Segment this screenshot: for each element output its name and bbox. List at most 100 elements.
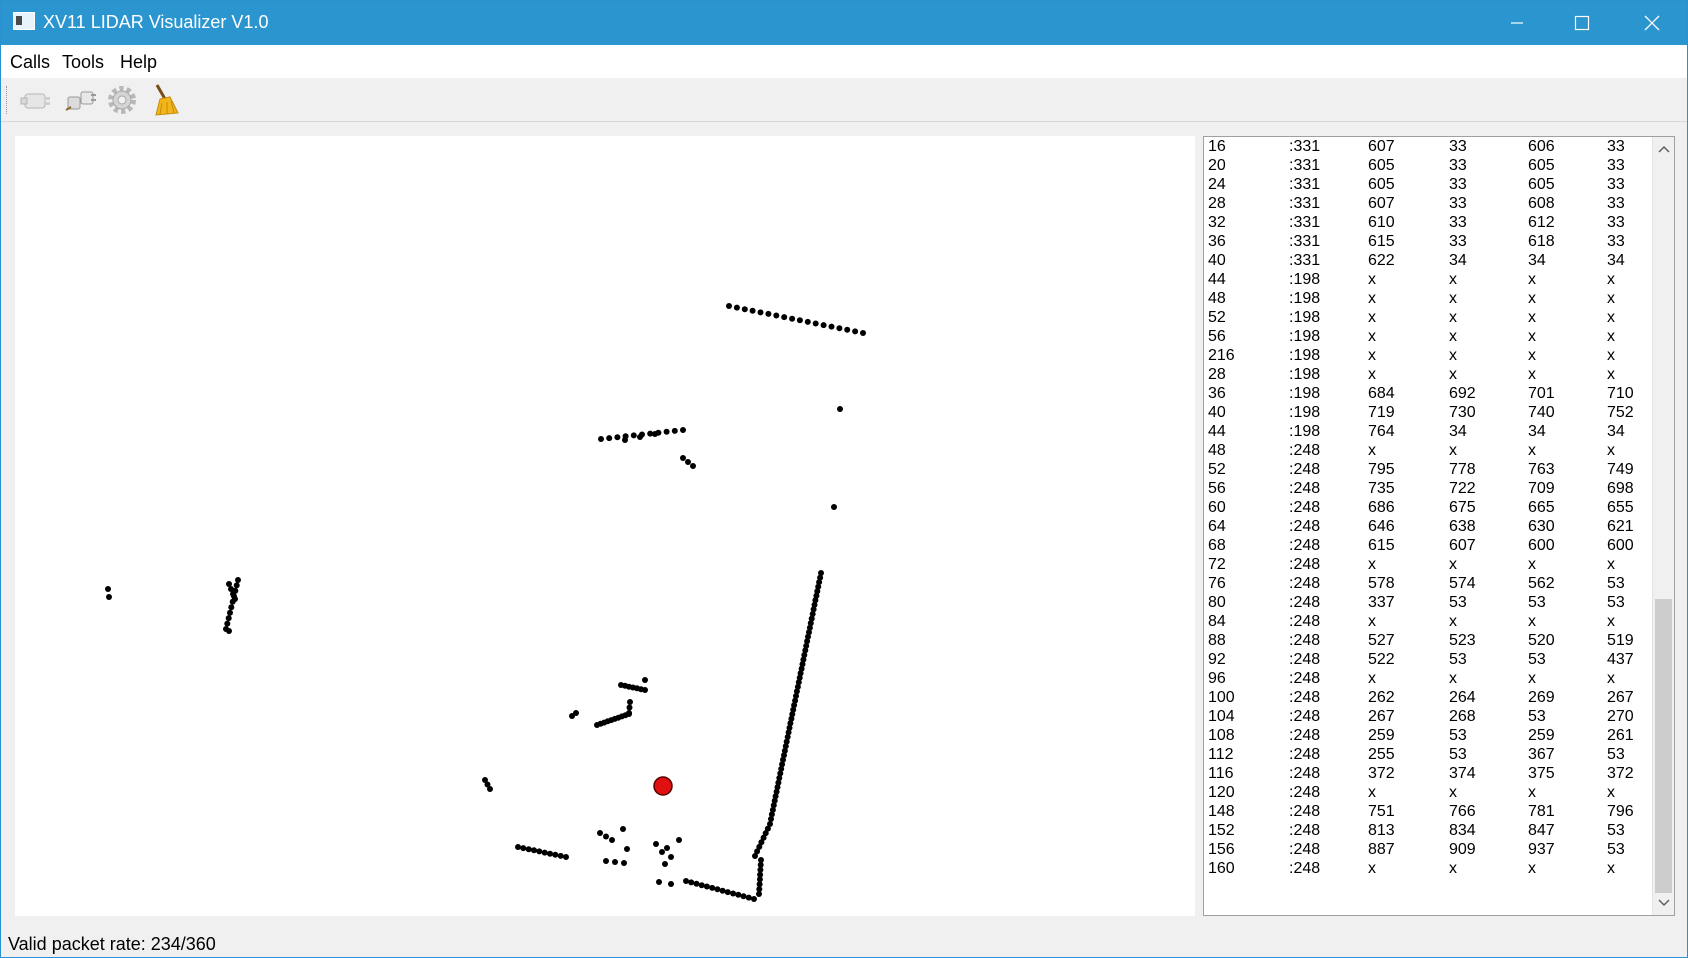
table-cell: 53 (1607, 746, 1625, 763)
table-cell: 607 (1368, 195, 1395, 212)
scan-point (676, 837, 682, 843)
scan-point (547, 850, 553, 857)
table-cell: 259 (1528, 727, 1555, 744)
table-cell: 44 (1208, 271, 1226, 288)
app-window: XV11 LIDAR Visualizer V1.0 Calls Tools H… (0, 0, 1688, 958)
table-cell: 437 (1607, 651, 1634, 668)
scroll-up-arrow[interactable] (1653, 139, 1674, 159)
table-row: 36:331 615 33 618 33 (1204, 232, 1652, 251)
scan-point (662, 861, 668, 867)
table-cell: 68 (1208, 537, 1226, 554)
table-cell: 605 (1528, 157, 1555, 174)
scan-point (773, 312, 780, 319)
table-cell: 268 (1449, 708, 1476, 725)
settings-button[interactable] (104, 82, 140, 118)
table-cell: 605 (1368, 157, 1395, 174)
table-cell: 605 (1528, 176, 1555, 193)
table-cell: 53 (1607, 594, 1625, 611)
connect-button[interactable] (17, 82, 53, 118)
table-cell: 374 (1449, 765, 1476, 782)
scan-point (106, 594, 112, 600)
menu-calls[interactable]: Calls (10, 52, 50, 73)
table-row: 160:248 x x x x (1204, 859, 1652, 878)
table-cell: :248 (1289, 822, 1321, 839)
table-cell: x (1607, 309, 1615, 326)
table-cell: :248 (1289, 841, 1321, 858)
table-cell: x (1607, 784, 1615, 801)
scan-point (552, 851, 559, 858)
scan-point (796, 317, 803, 324)
table-cell: x (1449, 613, 1457, 630)
table-cell: 96 (1208, 670, 1226, 687)
table-cell: 834 (1449, 822, 1476, 839)
table-cell: 701 (1528, 385, 1555, 402)
table-cell: 259 (1368, 727, 1395, 744)
table-cell: 722 (1449, 480, 1476, 497)
scan-point (714, 886, 721, 893)
table-row: 32:331 610 33 612 33 (1204, 213, 1652, 232)
scan-point (719, 887, 726, 894)
minimize-button[interactable] (1482, 1, 1552, 45)
scan-point (733, 304, 740, 311)
scan-point (232, 587, 239, 594)
table-cell: :198 (1289, 366, 1321, 383)
scan-point (831, 504, 837, 510)
title-bar[interactable]: XV11 LIDAR Visualizer V1.0 (1, 1, 1687, 45)
clear-broom-icon (155, 84, 179, 116)
disconnect-button[interactable] (62, 82, 98, 118)
table-cell: x (1528, 328, 1536, 345)
disconnect-icon (65, 91, 96, 111)
table-row: 52:248 795 778 763 749 (1204, 460, 1652, 479)
table-cell: x (1449, 271, 1457, 288)
scan-point (668, 854, 674, 860)
table-cell: x (1607, 328, 1615, 345)
table-cell: 33 (1449, 214, 1467, 231)
table-row: 112:248 255 53 367 53 (1204, 745, 1652, 764)
scan-point (603, 833, 609, 840)
table-cell: 28 (1208, 195, 1226, 212)
table-cell: x (1449, 556, 1457, 573)
clear-button[interactable] (147, 82, 183, 118)
lidar-data-list[interactable]: 16:331 607 33 606 33 20:331 605 33 605 33 24:331 60… (1203, 136, 1675, 916)
table-cell: 692 (1449, 385, 1476, 402)
table-cell: :248 (1289, 765, 1321, 782)
scan-point (626, 710, 632, 716)
table-cell: 618 (1528, 233, 1555, 250)
table-cell: 32 (1208, 214, 1226, 231)
minimize-icon (1511, 22, 1523, 24)
table-row: 44:198 x x x x (1204, 270, 1652, 289)
maximize-button[interactable] (1547, 1, 1617, 45)
scan-point (726, 303, 732, 309)
table-cell: :331 (1289, 176, 1321, 193)
menu-help[interactable]: Help (120, 52, 157, 73)
scan-point (703, 883, 710, 890)
scroll-down-arrow[interactable] (1653, 893, 1674, 913)
table-cell: 527 (1368, 632, 1395, 649)
menu-tools[interactable]: Tools (62, 52, 104, 73)
table-cell: 33 (1607, 233, 1625, 250)
close-button[interactable] (1617, 1, 1687, 45)
table-cell: 33 (1449, 195, 1467, 212)
vertical-scrollbar[interactable] (1652, 137, 1674, 915)
table-cell: 372 (1607, 765, 1634, 782)
table-cell: 813 (1368, 822, 1395, 839)
table-row: 48:198 x x x x (1204, 289, 1652, 308)
table-cell: x (1607, 556, 1615, 573)
table-cell: 796 (1607, 803, 1634, 820)
scan-point (642, 677, 648, 683)
scan-point (668, 881, 674, 887)
table-cell: x (1449, 860, 1457, 877)
table-cell: 53 (1449, 594, 1467, 611)
table-cell: 600 (1607, 537, 1634, 554)
table-cell: 34 (1449, 423, 1467, 440)
scrollbar-thumb[interactable] (1655, 599, 1672, 893)
table-cell: x (1449, 670, 1457, 687)
table-cell: 764 (1368, 423, 1395, 440)
table-cell: 53 (1528, 651, 1546, 668)
lidar-plot-canvas[interactable] (15, 136, 1195, 916)
toolbar-grip[interactable] (6, 86, 9, 114)
scan-point (709, 884, 716, 891)
table-cell: 751 (1368, 803, 1395, 820)
table-cell: x (1528, 366, 1536, 383)
scan-point (749, 307, 756, 314)
